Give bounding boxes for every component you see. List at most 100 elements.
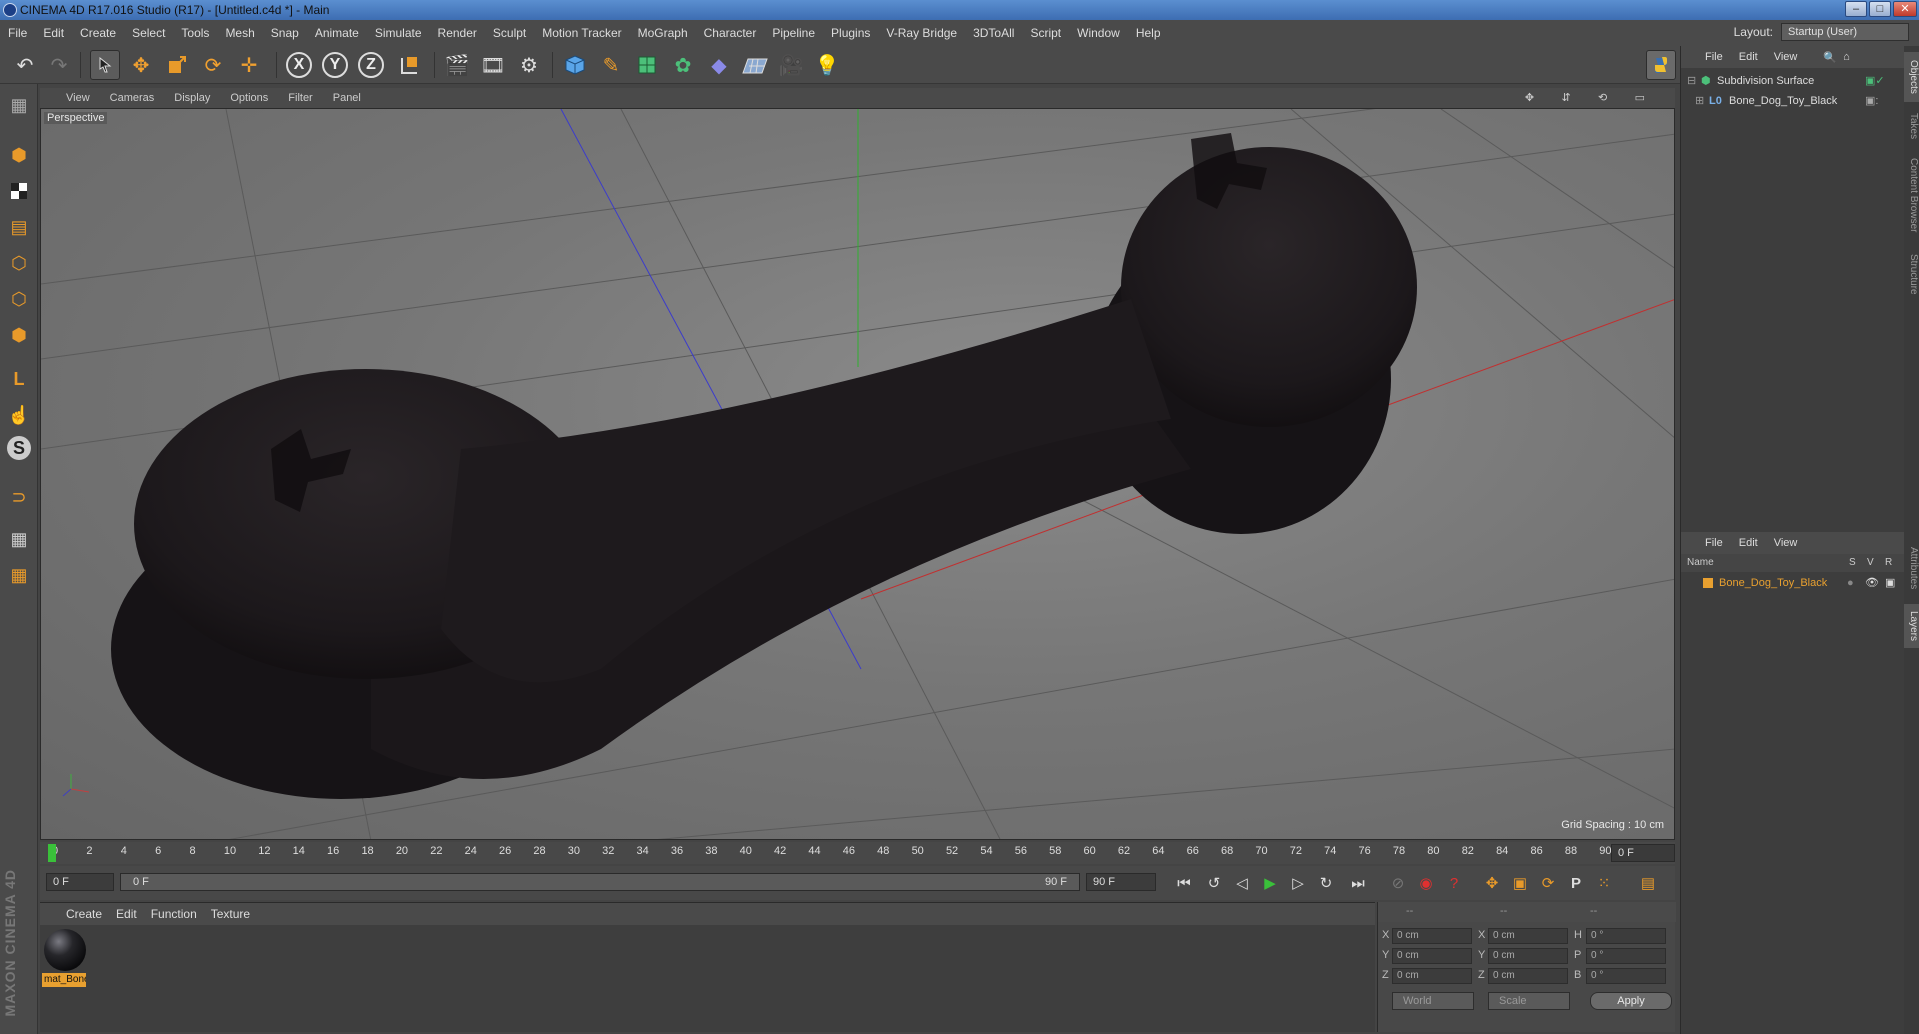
scale-icon[interactable] — [162, 50, 192, 80]
zoom-view-icon[interactable]: ⇵ — [1561, 92, 1572, 104]
make-editable-icon[interactable]: ▦ — [4, 90, 34, 120]
menu-select[interactable]: Select — [132, 26, 165, 40]
z-axis-lock[interactable]: Z — [356, 50, 386, 80]
next-frame-icon[interactable]: ▷ — [1286, 871, 1310, 895]
menu-sculpt[interactable]: Sculpt — [493, 26, 526, 40]
rotate-view-icon[interactable]: ⟲ — [1598, 92, 1609, 104]
material-menu-texture[interactable]: Texture — [211, 907, 250, 921]
previous-key-icon[interactable]: ↺ — [1202, 871, 1226, 895]
magnet-icon[interactable]: ⊃ — [4, 482, 34, 512]
go-to-start-icon[interactable]: ⏮ — [1172, 871, 1196, 895]
maximize-button[interactable]: □ — [1869, 1, 1891, 17]
menu-motion-tracker[interactable]: Motion Tracker — [542, 26, 621, 40]
size-z-field[interactable]: 0 cm — [1488, 968, 1568, 984]
menu-tools[interactable]: Tools — [181, 26, 209, 40]
rotation-b-field[interactable]: 0 ° — [1586, 968, 1666, 984]
viewport-menu-filter[interactable]: Filter — [288, 92, 312, 104]
menu-mograph[interactable]: MoGraph — [638, 26, 688, 40]
deformer-icon[interactable]: ◆ — [704, 50, 734, 80]
tab-objects[interactable]: Objects — [1904, 52, 1919, 102]
coordinate-system-icon[interactable] — [394, 50, 424, 80]
next-key-icon[interactable]: ↻ — [1314, 871, 1338, 895]
frame-range-slider[interactable]: 0 F 90 F — [120, 873, 1080, 891]
menu-render[interactable]: Render — [438, 26, 477, 40]
menu-edit[interactable]: Edit — [43, 26, 64, 40]
object-home-icon[interactable]: ⌂ — [1843, 51, 1850, 63]
light-icon[interactable]: 💡 — [812, 50, 842, 80]
object-menu-view[interactable]: View — [1774, 51, 1798, 63]
layer-menu-edit[interactable]: Edit — [1739, 537, 1758, 549]
layer-menu-view[interactable]: View — [1774, 537, 1798, 549]
render-picture-viewer-icon[interactable]: 🎞 — [478, 50, 508, 80]
play-icon[interactable]: ▶ — [1258, 871, 1282, 895]
redo-icon[interactable]: ↷ — [44, 50, 74, 80]
position-y-field[interactable]: 0 cm — [1392, 948, 1472, 964]
layer-visible-icon[interactable]: 👁 — [1865, 574, 1879, 592]
tab-layers[interactable]: Layers — [1904, 604, 1919, 648]
move-icon[interactable]: ✥ — [126, 50, 156, 80]
key-scale-icon[interactable]: ▣ — [1508, 871, 1532, 895]
timeline-ruler[interactable]: 0246810121416182022242628303234363840424… — [40, 842, 1675, 864]
visibility-dots-icon[interactable]: ▣: — [1865, 92, 1878, 110]
tab-structure[interactable]: Structure — [1904, 244, 1919, 304]
undo-icon[interactable]: ↶ — [10, 50, 40, 80]
menu-animate[interactable]: Animate — [315, 26, 359, 40]
key-parameter-icon[interactable]: P — [1564, 871, 1588, 895]
layout-select[interactable]: Startup (User) — [1781, 23, 1909, 41]
layer-solo-icon[interactable]: ● — [1847, 574, 1854, 592]
previous-frame-icon[interactable]: ◁ — [1230, 871, 1254, 895]
timeline-window-icon[interactable]: ▤ — [1636, 871, 1660, 895]
material-swatch[interactable] — [44, 929, 86, 971]
apply-button[interactable]: Apply — [1590, 992, 1672, 1010]
planar-workplane-icon[interactable]: ▦ — [4, 560, 34, 590]
object-menu-edit[interactable]: Edit — [1739, 51, 1758, 63]
menu-pipeline[interactable]: Pipeline — [772, 26, 815, 40]
perspective-viewport[interactable]: Perspective Grid Spacing : 10 cm — [40, 108, 1675, 840]
key-position-icon[interactable]: ✥ — [1480, 871, 1504, 895]
material-menu-create[interactable]: Create — [66, 907, 102, 921]
object-search-icon[interactable]: 🔍 — [1823, 51, 1837, 64]
size-mode-select[interactable]: Scale — [1488, 992, 1570, 1010]
axis-mode-icon[interactable]: L — [4, 364, 34, 394]
menu-file[interactable]: File — [8, 26, 27, 40]
tab-content-browser[interactable]: Content Browser — [1904, 150, 1919, 240]
rotation-h-field[interactable]: 0 ° — [1586, 928, 1666, 944]
select-arrow-icon[interactable] — [90, 50, 120, 80]
workplane-icon[interactable]: ▤ — [4, 212, 34, 242]
object-row-bone-dog-toy-black[interactable]: ⊞ L0 Bone_Dog_Toy_Black ▣: — [1681, 92, 1905, 110]
key-pla-icon[interactable]: ⁙ — [1592, 871, 1616, 895]
menu-snap[interactable]: Snap — [271, 26, 299, 40]
close-button[interactable]: ✕ — [1893, 1, 1917, 17]
size-x-field[interactable]: 0 cm — [1488, 928, 1568, 944]
move-view-icon[interactable]: ✥ — [1525, 92, 1536, 104]
edges-mode-icon[interactable]: ⬡ — [4, 284, 34, 314]
layer-menu-file[interactable]: File — [1705, 537, 1723, 549]
position-z-field[interactable]: 0 cm — [1392, 968, 1472, 984]
layer-color-swatch[interactable] — [1703, 578, 1713, 588]
menu-plugins[interactable]: Plugins — [831, 26, 870, 40]
position-x-field[interactable]: 0 cm — [1392, 928, 1472, 944]
viewport-menu-cameras[interactable]: Cameras — [110, 92, 155, 104]
rotation-p-field[interactable]: 0 ° — [1586, 948, 1666, 964]
camera-icon[interactable]: 🎥 — [776, 50, 806, 80]
minimize-button[interactable]: – — [1845, 1, 1867, 17]
coordinate-mode-select[interactable]: World — [1392, 992, 1474, 1010]
end-frame-field[interactable]: 90 F — [1086, 873, 1156, 891]
subdivision-icon[interactable] — [632, 50, 662, 80]
menu-script[interactable]: Script — [1030, 26, 1061, 40]
menu-character[interactable]: Character — [704, 26, 757, 40]
current-frame-marker[interactable] — [48, 844, 56, 862]
menu-create[interactable]: Create — [80, 26, 116, 40]
texture-mode-icon[interactable] — [4, 176, 34, 206]
menu-vray-bridge[interactable]: V-Ray Bridge — [886, 26, 957, 40]
menu-simulate[interactable]: Simulate — [375, 26, 422, 40]
tab-attributes[interactable]: Attributes — [1904, 536, 1919, 600]
autokey-icon[interactable]: ? — [1442, 871, 1466, 895]
go-to-end-icon[interactable]: ⏭ — [1346, 871, 1370, 895]
bone-dog-toy-object[interactable] — [111, 133, 1417, 799]
cube-primitive-icon[interactable] — [560, 50, 590, 80]
menu-3dtoall[interactable]: 3DToAll — [973, 26, 1014, 40]
viewport-menu-panel[interactable]: Panel — [333, 92, 361, 104]
viewport-menu-options[interactable]: Options — [230, 92, 268, 104]
key-rotation-icon[interactable]: ⟳ — [1536, 871, 1560, 895]
